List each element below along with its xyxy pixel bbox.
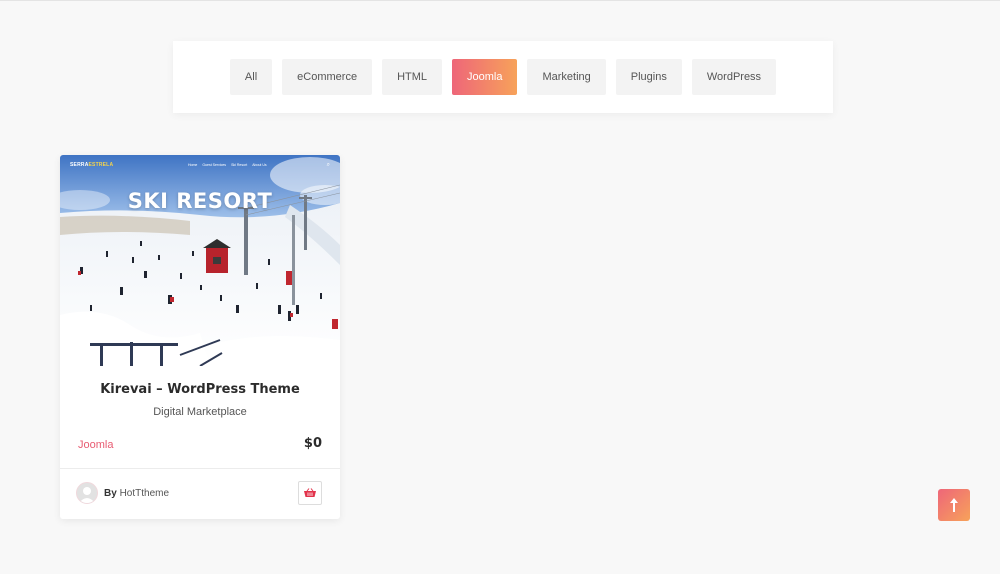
thumbnail-navbar: SERRAESTRELA Home Guest Services Ski Res… — [60, 155, 340, 175]
thumbnail-nav-links: Home Guest Services Ski Resort About Us — [188, 163, 267, 167]
product-author: By HotTtheme — [76, 482, 169, 504]
filter-ecommerce[interactable]: eCommerce — [282, 59, 373, 95]
category-filter-bar: All eCommerce HTML Joomla Marketing Plug… — [173, 41, 833, 113]
author-prefix: By — [104, 487, 117, 499]
filter-html[interactable]: HTML — [382, 59, 443, 95]
author-text: By HotTtheme — [104, 488, 169, 499]
product-thumbnail[interactable]: SERRAESTRELA Home Guest Services Ski Res… — [60, 155, 340, 366]
scroll-to-top-button[interactable] — [938, 489, 970, 521]
filter-joomla[interactable]: Joomla — [452, 59, 518, 95]
filter-marketing[interactable]: Marketing — [527, 59, 606, 95]
product-price: $0 — [303, 436, 322, 451]
thumbnail-nav-ski: Ski Resort — [231, 163, 248, 167]
add-to-cart-button[interactable] — [298, 481, 322, 505]
cart-icon — [304, 487, 316, 497]
thumbnail-headline: SKI RESORT — [127, 189, 273, 213]
filter-wordpress[interactable]: WordPress — [691, 59, 777, 95]
arrow-up-icon — [950, 498, 958, 512]
ski-resort-image — [60, 155, 340, 366]
filter-plugins[interactable]: Plugins — [615, 59, 682, 95]
thumbnail-nav-home: Home — [187, 163, 198, 167]
product-category-link[interactable]: Joomla — [78, 439, 113, 451]
product-card: SERRAESTRELA Home Guest Services Ski Res… — [60, 155, 340, 519]
author-name[interactable]: HotTtheme — [120, 488, 169, 499]
user-avatar-icon — [76, 482, 98, 504]
product-title[interactable]: Kirevai – WordPress Theme — [60, 382, 340, 397]
thumbnail-search-icon: ⌕ — [326, 161, 330, 168]
card-divider — [60, 468, 340, 469]
thumbnail-nav-about: About Us — [252, 163, 267, 167]
thumbnail-nav-guest: Guest Services — [202, 163, 227, 167]
product-subtitle: Digital Marketplace — [153, 406, 247, 418]
thumbnail-logo: SERRAESTRELA — [70, 162, 114, 168]
filter-all[interactable]: All — [229, 59, 273, 95]
